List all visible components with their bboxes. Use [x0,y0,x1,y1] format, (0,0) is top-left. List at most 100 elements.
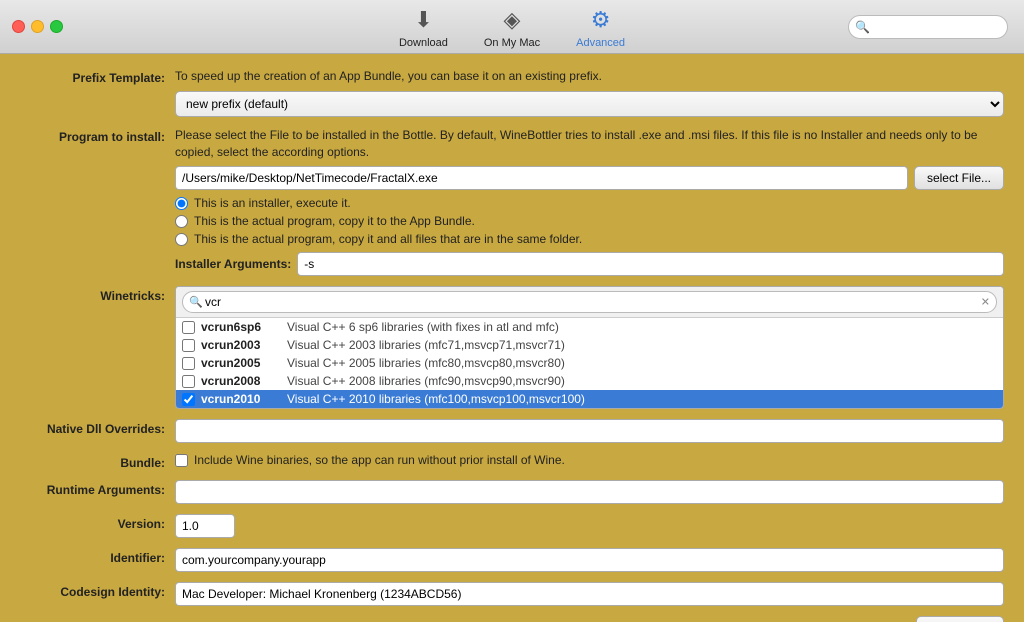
radio-installer[interactable] [175,197,188,210]
winetricks-content: 🔍 ✕ vcrun6sp6 Visual C++ 6 sp6 libraries… [175,286,1004,409]
list-item[interactable]: vcrun2003 Visual C++ 2003 libraries (mfc… [176,336,1003,354]
bundle-checkbox[interactable] [175,454,188,467]
version-input[interactable] [175,514,235,538]
winetricks-check-vcrun2008[interactable] [182,375,195,388]
program-install-row: Program to install: Please select the Fi… [20,127,1004,277]
tab-advanced-label: Advanced [576,37,625,49]
winetricks-item-name: vcrun6sp6 [201,320,281,334]
file-path-input[interactable] [175,166,908,190]
bundle-checkbox-label: Include Wine binaries, so the app can ru… [194,453,565,467]
runtime-args-content [175,480,1004,504]
radio-copy-folder[interactable] [175,233,188,246]
native-dll-label: Native Dll Overrides: [20,419,175,436]
file-row: select File... [175,166,1004,190]
radio-installer-label: This is an installer, execute it. [194,196,351,210]
winetricks-item-desc: Visual C++ 2005 libraries (mfc80,msvcp80… [287,356,997,370]
toolbar-tabs: ⬇ Download ◈ On My Mac ⚙ Advanced [381,0,643,55]
radio-copy-folder-label: This is the actual program, copy it and … [194,232,582,246]
installer-args-input[interactable] [297,252,1004,276]
identifier-input[interactable] [175,548,1004,572]
winetricks-item-name: vcrun2008 [201,374,281,388]
winetricks-item-desc: Visual C++ 6 sp6 libraries (with fixes i… [287,320,997,334]
content-area: Prefix Template: To speed up the creatio… [0,54,1024,622]
winetricks-check-vcrun6sp6[interactable] [182,321,195,334]
bundle-checkbox-row: Include Wine binaries, so the app can ru… [175,453,1004,467]
identifier-label: Identifier: [20,548,175,565]
search-icon: 🔍 [855,20,870,34]
winetricks-check-vcrun2005[interactable] [182,357,195,370]
radio-row-2: This is the actual program, copy it to t… [175,214,1004,228]
list-item[interactable]: vcrun2008 Visual C++ 2008 libraries (mfc… [176,372,1003,390]
traffic-lights [12,20,63,33]
native-dll-content [175,419,1004,443]
winetricks-list: vcrun6sp6 Visual C++ 6 sp6 libraries (wi… [176,318,1003,408]
codesign-label: Codesign Identity: [20,582,175,599]
winetricks-search-bar: 🔍 ✕ [176,287,1003,318]
prefix-template-description: To speed up the creation of an App Bundl… [175,68,1004,85]
radio-row-3: This is the actual program, copy it and … [175,232,1004,246]
identifier-content [175,548,1004,572]
winetricks-item-name: vcrun2005 [201,356,281,370]
minimize-button[interactable] [31,20,44,33]
list-item[interactable]: vcrun6sp6 Visual C++ 6 sp6 libraries (wi… [176,318,1003,336]
prefix-template-label: Prefix Template: [20,68,175,85]
native-dll-input[interactable] [175,419,1004,443]
bundle-label: Bundle: [20,453,175,470]
tab-onmymac[interactable]: ◈ On My Mac [466,0,558,55]
download-icon: ⬇ [407,4,439,36]
runtime-args-row: Runtime Arguments: [20,480,1004,504]
tab-download[interactable]: ⬇ Download [381,0,466,55]
onmymac-icon: ◈ [496,4,528,36]
codesign-input[interactable] [175,582,1004,606]
program-install-content: Please select the File to be installed i… [175,127,1004,277]
runtime-args-label: Runtime Arguments: [20,480,175,497]
program-install-description: Please select the File to be installed i… [175,127,1004,161]
native-dll-row: Native Dll Overrides: [20,419,1004,443]
winetricks-item-name: vcrun2010 [201,392,281,406]
installer-args-row: Installer Arguments: [175,252,1004,276]
installer-args-label: Installer Arguments: [175,257,291,271]
toolbar-search: 🔍 [848,15,1008,39]
codesign-content [175,582,1004,606]
radio-copy[interactable] [175,215,188,228]
codesign-row: Codesign Identity: [20,582,1004,606]
runtime-args-input[interactable] [175,480,1004,504]
winetricks-item-desc: Visual C++ 2003 libraries (mfc71,msvcp71… [287,338,997,352]
version-label: Version: [20,514,175,531]
winetricks-item-desc: Visual C++ 2010 libraries (mfc100,msvcp1… [287,392,997,406]
select-file-button[interactable]: select File... [914,166,1004,190]
winetricks-item-desc: Visual C++ 2008 libraries (mfc90,msvcp90… [287,374,997,388]
tab-download-label: Download [399,37,448,49]
bundle-content: Include Wine binaries, so the app can ru… [175,453,1004,467]
advanced-icon: ⚙ [585,4,617,36]
search-input[interactable] [848,15,1008,39]
prefix-template-select[interactable]: new prefix (default) [175,91,1004,117]
prefix-template-content: To speed up the creation of an App Bundl… [175,68,1004,117]
maximize-button[interactable] [50,20,63,33]
winetricks-clear-icon[interactable]: ✕ [981,296,990,309]
radio-group: This is an installer, execute it. This i… [175,196,1004,246]
winetricks-search-icon: 🔍 [189,296,203,309]
install-button[interactable]: Install [916,616,1004,622]
winetricks-search-input[interactable] [182,291,997,313]
tab-advanced[interactable]: ⚙ Advanced [558,0,643,55]
program-install-label: Program to install: [20,127,175,144]
list-item[interactable]: vcrun2010 Visual C++ 2010 libraries (mfc… [176,390,1003,408]
winetricks-label: Winetricks: [20,286,175,303]
tab-onmymac-label: On My Mac [484,37,540,49]
titlebar: ⬇ Download ◈ On My Mac ⚙ Advanced 🔍 [0,0,1024,54]
winetricks-item-name: vcrun2003 [201,338,281,352]
winetricks-container: 🔍 ✕ vcrun6sp6 Visual C++ 6 sp6 libraries… [175,286,1004,409]
list-item[interactable]: vcrun2005 Visual C++ 2005 libraries (mfc… [176,354,1003,372]
radio-row-1: This is an installer, execute it. [175,196,1004,210]
identifier-row: Identifier: [20,548,1004,572]
close-button[interactable] [12,20,25,33]
radio-copy-label: This is the actual program, copy it to t… [194,214,475,228]
winetricks-row: Winetricks: 🔍 ✕ vcrun6sp6 Visual C++ 6 s… [20,286,1004,409]
version-row: Version: [20,514,1004,538]
winetricks-check-vcrun2003[interactable] [182,339,195,352]
version-content [175,514,1004,538]
winetricks-check-vcrun2010[interactable] [182,393,195,406]
bottom-row: Silent install: Hides most dialogs. You … [20,616,1004,622]
prefix-template-row: Prefix Template: To speed up the creatio… [20,68,1004,117]
